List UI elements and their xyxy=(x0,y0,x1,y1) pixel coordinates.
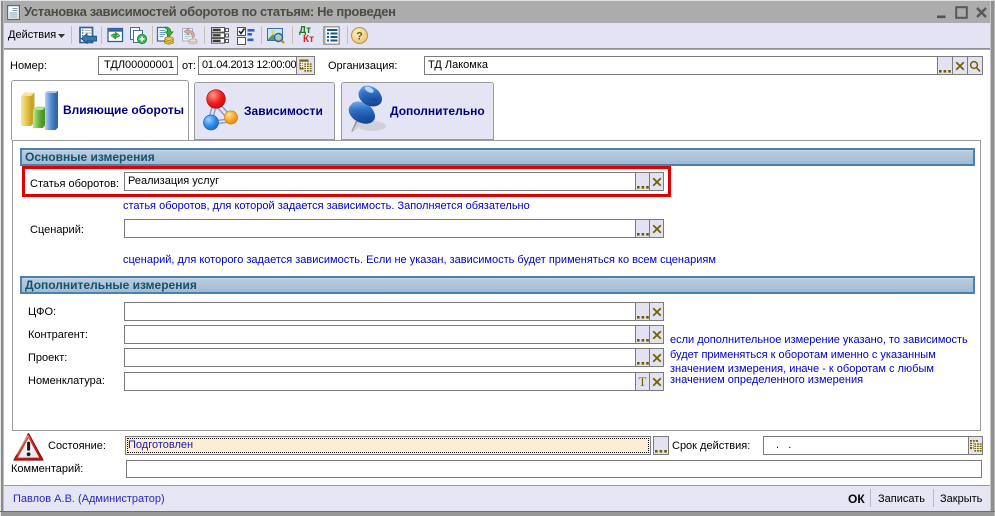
svg-text:?: ? xyxy=(356,31,363,43)
